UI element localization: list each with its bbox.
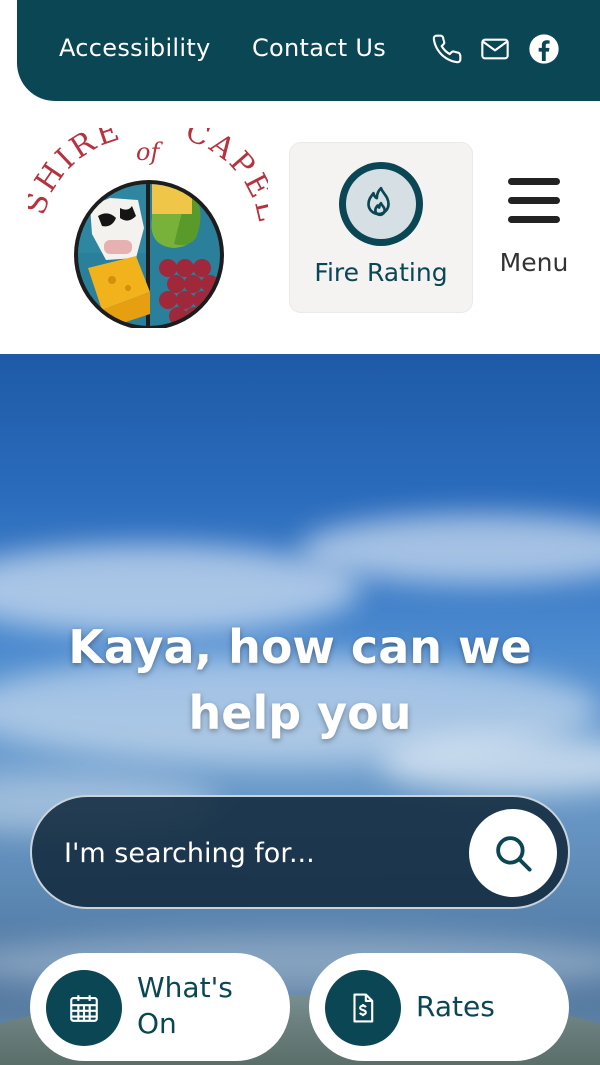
calendar-icon bbox=[46, 970, 122, 1046]
contact-us-link[interactable]: Contact Us bbox=[252, 34, 386, 62]
menu-button[interactable]: Menu bbox=[494, 170, 574, 285]
hero-headline-line-1: Kaya, how can we bbox=[68, 620, 532, 674]
rates-label: Rates bbox=[416, 990, 495, 1023]
hamburger-menu-icon bbox=[508, 178, 560, 226]
rates-document-icon bbox=[325, 970, 401, 1046]
fire-rating-label: Fire Rating bbox=[314, 258, 448, 287]
fire-rating-badge bbox=[339, 162, 423, 246]
phone-icon[interactable] bbox=[431, 33, 463, 65]
rates-button[interactable]: Rates bbox=[309, 953, 569, 1061]
mail-icon[interactable] bbox=[479, 33, 511, 65]
facebook-icon[interactable] bbox=[528, 33, 560, 65]
whats-on-label: What's On bbox=[137, 971, 233, 1040]
fire-rating-button[interactable]: Fire Rating bbox=[289, 142, 473, 313]
logo-text-of: of bbox=[136, 138, 163, 166]
top-utility-bar: Accessibility Contact Us bbox=[17, 0, 600, 101]
flame-icon bbox=[367, 186, 390, 217]
hero-headline: Kaya, how can we help you bbox=[0, 614, 600, 746]
accessibility-link[interactable]: Accessibility bbox=[59, 34, 211, 62]
search-input[interactable] bbox=[64, 827, 454, 879]
whats-on-button[interactable]: What's On bbox=[30, 953, 290, 1061]
hero-section: Kaya, how can we help you What's On bbox=[0, 354, 600, 1065]
menu-label: Menu bbox=[499, 248, 569, 277]
shire-of-capel-logo[interactable]: SHIRE of CAPEL bbox=[18, 112, 283, 330]
hero-headline-line-2: help you bbox=[188, 686, 412, 740]
search-bar[interactable] bbox=[30, 795, 570, 909]
search-icon bbox=[496, 836, 532, 872]
search-button[interactable] bbox=[469, 809, 557, 897]
